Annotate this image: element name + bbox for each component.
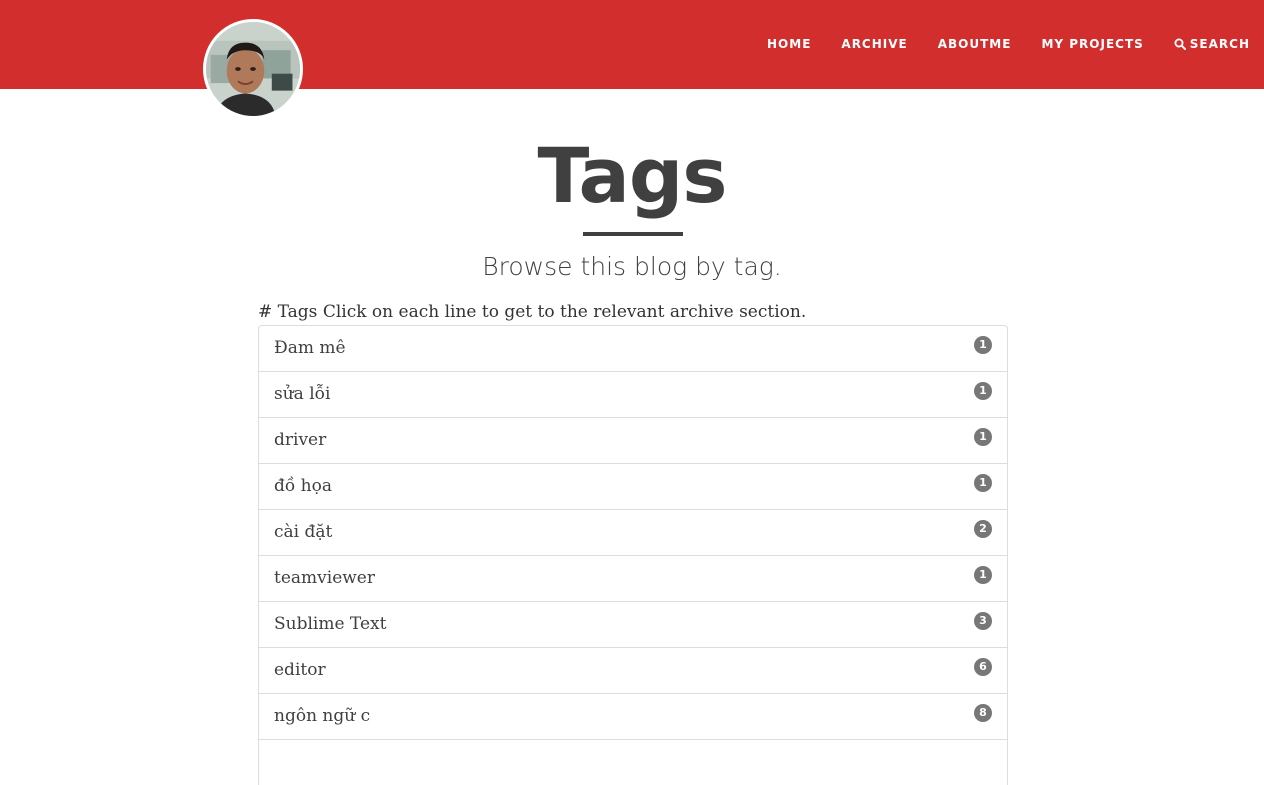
avatar-photo-icon <box>206 22 300 116</box>
tag-count-badge: 1 <box>974 336 992 354</box>
tag-name: cài đặt <box>274 522 333 542</box>
nav-home-link[interactable]: HOME <box>767 36 811 52</box>
tag-list-item[interactable]: Sublime Text 3 <box>258 601 1008 647</box>
nav-aboutme-link[interactable]: ABOUTME <box>938 36 1012 52</box>
page-subtitle: Browse this blog by tag. <box>482 252 782 281</box>
tag-name: editor <box>274 660 326 680</box>
tag-name: đồ họa <box>274 476 333 496</box>
tag-list-item[interactable]: ngôn ngữ c 8 <box>258 693 1008 739</box>
tag-name: teamviewer <box>274 568 375 588</box>
tag-count-badge: 2 <box>974 520 992 538</box>
nav-search-label: SEARCH <box>1189 37 1250 51</box>
tag-name: ngôn ngữ c <box>274 706 371 726</box>
tag-count-badge: 1 <box>974 566 992 584</box>
tag-list-item[interactable]: cài đặt 2 <box>258 509 1008 555</box>
tag-count-badge: 8 <box>974 704 992 722</box>
page-title: Tags <box>537 131 728 220</box>
tag-list-item[interactable]: teamviewer 1 <box>258 555 1008 601</box>
top-navbar: HOME ARCHIVE ABOUTME MY PROJECTS SEARCH <box>0 0 1264 89</box>
title-underline <box>583 232 683 236</box>
tag-count-badge: 3 <box>974 612 992 630</box>
tag-count-badge: 6 <box>974 658 992 676</box>
search-icon <box>1174 38 1186 50</box>
nav-menu: HOME ARCHIVE ABOUTME MY PROJECTS SEARCH <box>767 36 1250 52</box>
tag-list-item[interactable]: sửa lỗi 1 <box>258 371 1008 417</box>
tag-list-item[interactable]: đồ họa 1 <box>258 463 1008 509</box>
tag-name: Sublime Text <box>274 614 387 634</box>
tag-name: driver <box>274 430 327 450</box>
tag-name: sửa lỗi <box>274 384 331 404</box>
tag-count-badge: 1 <box>974 382 992 400</box>
nav-search-link[interactable]: SEARCH <box>1174 36 1250 52</box>
tags-intro-text: # Tags Click on each line to get to the … <box>258 302 807 322</box>
tag-list-item[interactable]: Đam mê 1 <box>258 325 1008 371</box>
tag-list-item[interactable]: driver 1 <box>258 417 1008 463</box>
tag-list-item[interactable] <box>258 739 1008 785</box>
avatar[interactable] <box>203 19 303 119</box>
tag-list-item[interactable]: editor 6 <box>258 647 1008 693</box>
tag-count-badge: 1 <box>974 428 992 446</box>
tag-list: Đam mê 1 sửa lỗi 1 driver 1 đồ họa 1 cài… <box>258 325 1008 785</box>
nav-archive-link[interactable]: ARCHIVE <box>841 36 907 52</box>
tag-name: Đam mê <box>274 338 346 358</box>
nav-projects-link[interactable]: MY PROJECTS <box>1041 36 1143 52</box>
tag-count-badge: 1 <box>974 474 992 492</box>
